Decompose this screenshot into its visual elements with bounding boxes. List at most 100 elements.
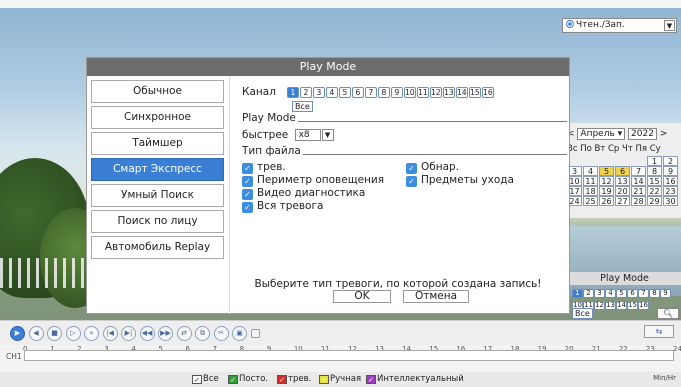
chevron-down-icon[interactable]: ▼ (664, 20, 675, 31)
channel-checkbox[interactable]: 4 (325, 87, 338, 98)
legend-item[interactable]: ✓ Все (192, 374, 219, 384)
cut-icon[interactable]: ✂ (213, 326, 229, 341)
file-type-checkbox[interactable]: ✓ Вся тревога (242, 200, 323, 213)
pm-channel-checkbox[interactable]: 5 (616, 289, 627, 298)
calendar-day[interactable]: 1 (647, 156, 662, 166)
calendar-day[interactable]: 26 (599, 196, 614, 206)
pm-all-checkbox[interactable]: Все (572, 308, 593, 319)
channel-checkbox[interactable]: 16 (481, 87, 494, 98)
calendar-day[interactable]: 27 (615, 196, 630, 206)
pm-channel-checkbox[interactable]: 4 (605, 289, 616, 298)
calendar-day[interactable]: 9 (663, 166, 678, 176)
pm-channel-checkbox[interactable]: 6 (627, 289, 638, 298)
calendar-day[interactable]: 14 (631, 176, 646, 186)
all-channels-checkbox[interactable]: Все (292, 101, 313, 112)
calendar-day[interactable]: 5 (599, 166, 614, 176)
calendar-day[interactable]: 19 (599, 186, 614, 196)
calendar-day[interactable]: 7 (631, 166, 646, 176)
mode-button[interactable]: Смарт Экспресс (91, 158, 224, 181)
channel-checkbox[interactable]: 7 (364, 87, 377, 98)
calendar-day[interactable]: 20 (615, 186, 630, 196)
calendar-day[interactable]: 2 (663, 156, 678, 166)
mode-button[interactable]: Умный Поиск (91, 184, 224, 207)
file-type-checkbox[interactable]: ✓ Обнар. (406, 161, 459, 174)
legend-item[interactable]: ✓ трев. (277, 374, 311, 384)
sync-icon[interactable]: ⇄ (176, 326, 192, 341)
pm-channel-checkbox[interactable]: 8 (649, 289, 660, 298)
zoom-button[interactable]: ⇆ (644, 325, 674, 338)
channel-checkbox[interactable]: 12 (429, 87, 442, 98)
calendar-day[interactable]: 18 (583, 186, 598, 196)
channel-checkbox[interactable]: 15 (468, 87, 481, 98)
calendar-day[interactable]: 29 (647, 196, 662, 206)
calendar-day[interactable]: 28 (631, 196, 646, 206)
channel-checkbox[interactable]: 5 (338, 87, 351, 98)
channel-checkbox[interactable]: 2 (299, 87, 312, 98)
stop-icon[interactable]: ■ (47, 326, 62, 341)
calendar-day[interactable]: 21 (631, 186, 646, 196)
chevron-down-icon[interactable]: ▼ (321, 129, 334, 141)
speed-select[interactable]: x8 (294, 129, 321, 141)
mode-button[interactable]: Обычное (91, 80, 224, 103)
rewind-icon[interactable]: ◀ (28, 326, 44, 341)
search-icon[interactable]: 🔍︎ (657, 308, 679, 319)
prev-file-icon[interactable]: ◀◀ (139, 326, 155, 341)
next-frame-icon[interactable]: ▶| (121, 326, 136, 341)
calendar-day[interactable]: 16 (663, 176, 678, 186)
legend-item[interactable]: ✓ Посто. (228, 374, 268, 384)
pm-channel-checkbox[interactable]: 9 (660, 289, 671, 298)
cancel-button[interactable]: Отмена (403, 290, 469, 303)
calendar-day[interactable]: 30 (663, 196, 678, 206)
next-file-icon[interactable]: ▶▶ (158, 326, 173, 341)
play-icon[interactable]: ▶ (10, 326, 25, 341)
pm-channel-checkbox[interactable]: 7 (638, 289, 649, 298)
pm-channel-checkbox[interactable]: 1 (572, 289, 583, 298)
fast-icon[interactable]: » (84, 326, 99, 341)
calendar-day[interactable]: 4 (583, 166, 598, 176)
mode-button[interactable]: Автомобиль Replay (91, 236, 224, 259)
legend-item[interactable]: ✓ Ручная (319, 374, 361, 384)
playback-mode-select[interactable]: Чтен./Зап. ▼ (562, 18, 677, 33)
calendar-day[interactable]: 12 (599, 176, 614, 186)
mode-button[interactable]: Поиск по лицу (91, 210, 224, 233)
backup-icon[interactable]: ⧉ (195, 326, 210, 341)
channel-checkbox[interactable]: 10 (403, 87, 416, 98)
calendar-day[interactable]: 8 (647, 166, 662, 176)
channel-checkbox[interactable]: 8 (377, 87, 390, 98)
checkbox-label: Обнар. (421, 161, 460, 173)
channel-checkbox[interactable]: 14 (455, 87, 468, 98)
timeline-bar[interactable] (24, 350, 674, 361)
calendar-day[interactable]: 11 (583, 176, 598, 186)
channel-checkbox[interactable]: 6 (351, 87, 364, 98)
file-type-checkbox[interactable]: ✓ Периметр оповещения (242, 174, 384, 187)
calendar-day (599, 156, 614, 166)
calendar-day[interactable]: 25 (583, 196, 598, 206)
year-field[interactable]: 2022 (628, 128, 657, 140)
pm-channel-checkbox[interactable]: 2 (583, 289, 594, 298)
file-type-checkbox[interactable]: ✓ Предметы ухода (406, 174, 514, 187)
calendar-day[interactable]: 13 (615, 176, 630, 186)
ok-button[interactable]: OK (333, 290, 391, 303)
save-icon[interactable]: ▣ (232, 326, 247, 341)
next-month-button[interactable]: > (660, 129, 668, 139)
channel-checkbox[interactable]: 9 (390, 87, 403, 98)
file-type-checkbox[interactable]: ✓ трев. (242, 161, 286, 174)
channel-checkbox[interactable]: 11 (416, 87, 429, 98)
calendar-day[interactable]: 23 (663, 186, 678, 196)
calendar-day[interactable]: 15 (647, 176, 662, 186)
mode-button[interactable]: Синхронное (91, 106, 224, 129)
file-type-checkbox[interactable]: ✓ Видео диагностика (242, 187, 365, 200)
channel-checkbox[interactable]: 13 (442, 87, 455, 98)
prev-frame-icon[interactable]: |◀ (102, 326, 118, 341)
calendar-day[interactable]: 22 (647, 186, 662, 196)
calendar-day[interactable]: 6 (615, 166, 630, 176)
slow-icon[interactable]: ▷ (65, 326, 81, 341)
legend-item[interactable]: ✓ Интеллектуальный (366, 374, 464, 384)
square-icon[interactable]: □ (250, 329, 260, 338)
mode-button[interactable]: Таймшер (91, 132, 224, 155)
channel-checkbox[interactable]: 3 (312, 87, 325, 98)
month-select[interactable]: Апрель ▾ (577, 128, 626, 140)
pm-channel-checkbox[interactable]: 3 (594, 289, 605, 298)
channel-checkbox[interactable]: 1 (286, 87, 299, 98)
unit-label[interactable]: Min/Hr (653, 374, 676, 382)
